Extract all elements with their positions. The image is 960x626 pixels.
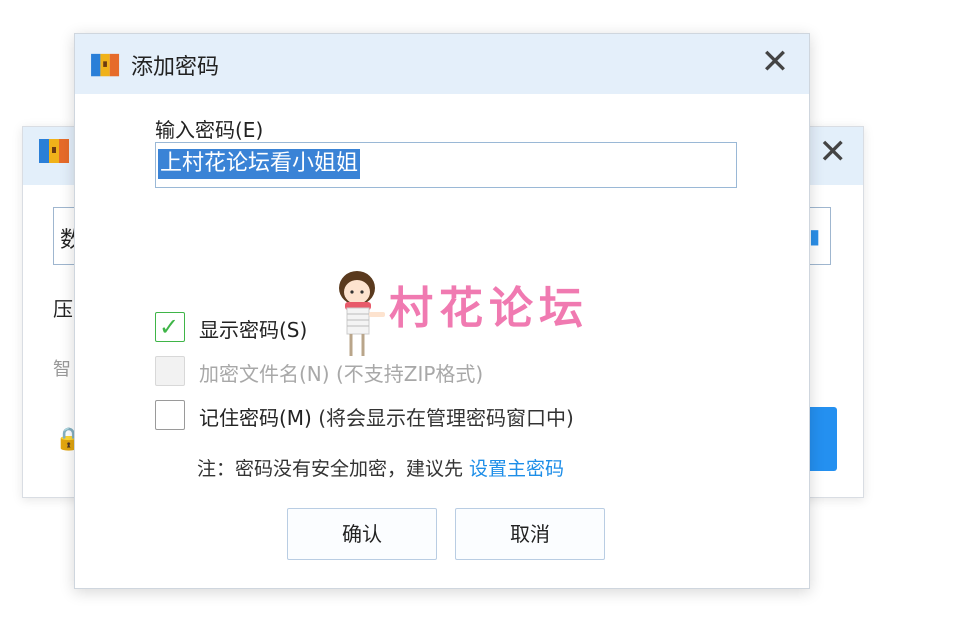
encrypt-filenames-text: 加密文件名(N) (199, 362, 330, 386)
show-password-checkbox[interactable]: ✓ (155, 312, 185, 342)
background-close-icon[interactable]: ✕ (819, 135, 848, 169)
add-password-dialog: 添加密码 ✕ 输入密码(E) 上村花论坛看小姐姐 ✓ 显示密码(S) 加密文件名… (74, 33, 810, 589)
dialog-titlebar: 添加密码 ✕ (75, 34, 809, 94)
set-master-password-link[interactable]: 设置主密码 (469, 458, 564, 480)
encrypt-filenames-checkbox (155, 356, 185, 386)
girl-mascot-icon (339, 271, 385, 356)
remember-password-row[interactable]: 记住密码(M) (将会显示在管理密码窗口中) (155, 400, 715, 434)
security-note: 注：密码没有安全加密，建议先 设置主密码 (197, 454, 564, 481)
password-value: 上村花论坛看小姐姐 (158, 149, 361, 179)
ok-button[interactable]: 确认 (287, 508, 437, 560)
background-input-icon[interactable]: ▮ (809, 224, 820, 248)
archive-app-icon (89, 52, 123, 84)
background-primary-button[interactable] (807, 407, 837, 471)
checkmark-icon: ✓ (159, 313, 180, 341)
archive-app-icon (37, 137, 73, 171)
background-label-smart: 智 (53, 359, 71, 380)
cancel-button[interactable]: 取消 (455, 508, 605, 560)
remember-password-checkbox[interactable] (155, 400, 185, 430)
remember-password-text: 记住密码(M) (199, 406, 312, 430)
show-password-label: 显示密码(S) (199, 318, 308, 342)
remember-password-label: 记住密码(M) (将会显示在管理密码窗口中) (199, 402, 574, 431)
watermark-text: 村花论坛 (389, 283, 589, 334)
password-input[interactable]: 上村花论坛看小姐姐 (155, 142, 737, 188)
background-label-compress: 压 (53, 297, 73, 321)
security-note-text: 注：密码没有安全加密，建议先 (197, 458, 470, 480)
password-label: 输入密码(E) (155, 118, 264, 142)
watermark: 村花论坛 (331, 268, 583, 368)
dialog-title: 添加密码 (131, 55, 220, 80)
remember-password-note: (将会显示在管理密码窗口中) (318, 406, 574, 430)
close-icon[interactable]: ✕ (757, 44, 793, 80)
